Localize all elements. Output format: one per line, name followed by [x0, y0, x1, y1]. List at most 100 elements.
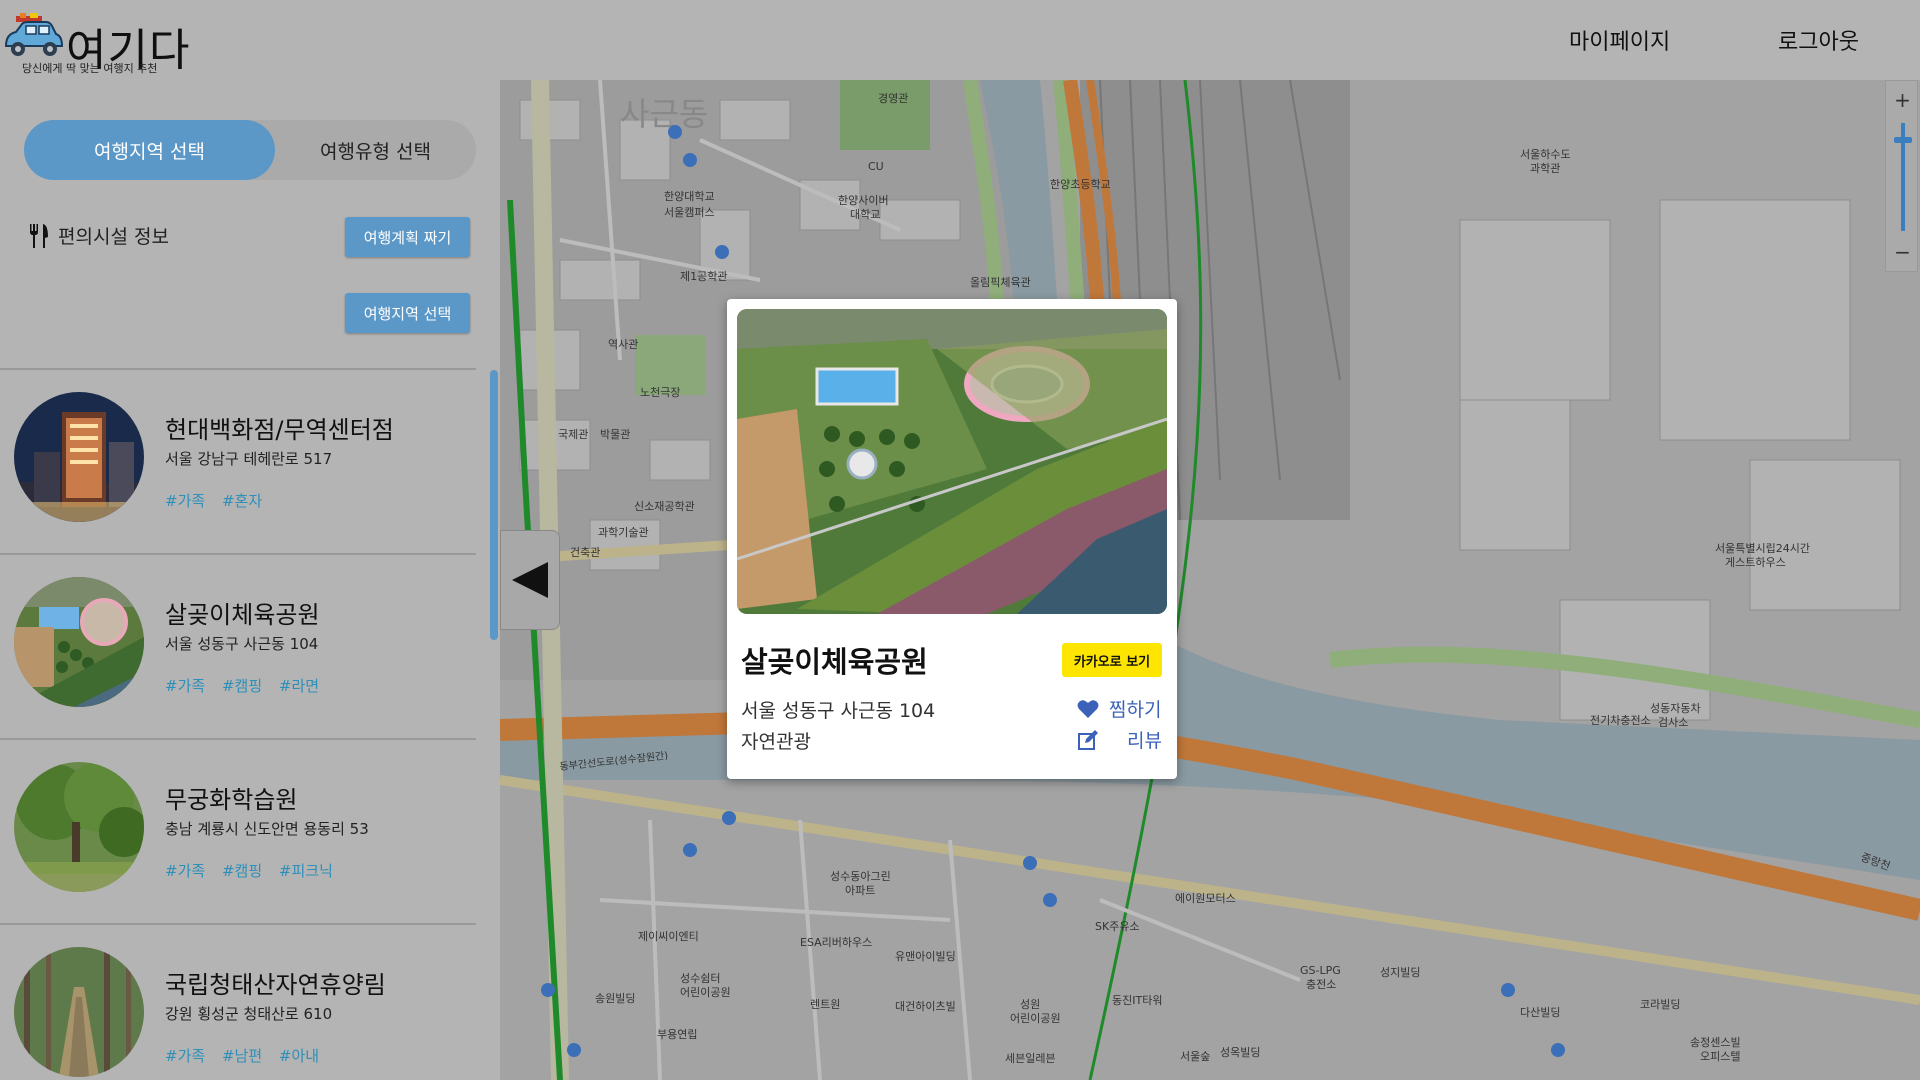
tag[interactable]: #가족: [165, 862, 205, 880]
mypage-link[interactable]: 마이페이지: [1569, 24, 1670, 56]
facility-info-label: 편의시설 정보: [58, 226, 169, 248]
svg-text:한양대학교: 한양대학교: [664, 190, 715, 203]
list-item[interactable]: 현대백화점/무역센터점 서울 강남구 테헤란로 517 #가족 #혼자: [0, 370, 476, 555]
list-scrollbar[interactable]: [490, 370, 498, 640]
svg-text:게스트하우스: 게스트하우스: [1725, 555, 1786, 569]
review-button[interactable]: 리뷰: [1077, 726, 1162, 753]
svg-text:유맨아이빌딩: 유맨아이빌딩: [895, 950, 956, 963]
place-thumbnail: [14, 392, 144, 522]
like-label: 찜하기: [1109, 699, 1162, 721]
svg-text:서울숲: 서울숲: [1180, 1050, 1210, 1063]
svg-text:대학교: 대학교: [850, 208, 880, 221]
header: 여기다 당신에게 딱 맞는 여행지 추천 마이페이지 로그아웃: [0, 0, 1920, 80]
place-thumbnail: [14, 577, 144, 707]
svg-text:동진IT타워: 동진IT타워: [1112, 994, 1162, 1007]
tag[interactable]: #피크닉: [279, 862, 333, 880]
popup-category: 자연관광: [741, 731, 811, 753]
place-address: 충남 계룡시 신도안면 용동리 53: [165, 820, 369, 838]
svg-text:신소재공학관: 신소재공학관: [634, 500, 695, 513]
tag[interactable]: #가족: [165, 492, 205, 510]
place-name: 살곶이체육공원: [165, 601, 320, 629]
svg-text:세븐일레븐: 세븐일레븐: [1005, 1051, 1056, 1065]
triangle-left-icon: [512, 562, 548, 598]
car-logo-icon: [4, 13, 64, 56]
svg-text:검사소: 검사소: [1658, 716, 1688, 729]
place-tags: #가족 #남편 #아내: [165, 1045, 331, 1066]
svg-text:렌트원: 렌트원: [810, 998, 840, 1011]
place-name: 현대백화점/무역센터점: [165, 416, 394, 444]
svg-text:ESA리버하우스: ESA리버하우스: [800, 935, 872, 949]
svg-text:성원: 성원: [1020, 998, 1040, 1011]
like-button[interactable]: 찜하기: [1077, 695, 1161, 722]
map-canvas[interactable]: 사근동 한양대학교서울캠퍼스 한양사이버대학교 한양초등학교 서울하수도과학관 …: [500, 80, 1920, 1080]
place-popup: 살곶이체육공원 카카오로 보기 서울 성동구 사근동 104 자연관광 찜하기 …: [727, 299, 1177, 779]
tag[interactable]: #아내: [279, 1047, 319, 1065]
tag[interactable]: #캠핑: [222, 862, 262, 880]
place-address: 강원 횡성군 청태산로 610: [165, 1005, 333, 1023]
place-tags: #가족 #혼자: [165, 490, 274, 511]
svg-text:과학기술관: 과학기술관: [598, 526, 649, 539]
place-thumbnail: [14, 947, 144, 1077]
svg-text:건축관: 건축관: [570, 546, 600, 559]
svg-text:성수쉼터: 성수쉼터: [680, 972, 720, 985]
svg-text:한양사이버: 한양사이버: [838, 194, 889, 207]
svg-text:충전소: 충전소: [1306, 978, 1336, 991]
svg-text:서울특별시립24시간: 서울특별시립24시간: [1715, 542, 1810, 555]
logout-link[interactable]: 로그아웃: [1778, 24, 1859, 56]
edit-icon: [1078, 729, 1098, 750]
sidebar: 여행지역 선택 여행유형 선택 편의시설 정보 여행계획 짜기 여행지역 선택: [0, 80, 500, 1080]
list-item[interactable]: 살곶이체육공원 서울 성동구 사근동 104 #가족 #캠핑 #라면: [0, 555, 476, 740]
svg-text:제1공학관: 제1공학관: [680, 270, 727, 283]
tag[interactable]: #라면: [279, 677, 319, 695]
svg-text:과학관: 과학관: [1530, 162, 1560, 175]
plan-trip-button[interactable]: 여행계획 짜기: [345, 217, 470, 257]
svg-text:어린이공원: 어린이공원: [1010, 1012, 1061, 1025]
tag[interactable]: #남편: [222, 1047, 262, 1065]
place-tags: #가족 #캠핑 #피크닉: [165, 860, 345, 881]
kakao-view-button[interactable]: 카카오로 보기: [1062, 643, 1162, 677]
place-address: 서울 강남구 테헤란로 517: [165, 450, 333, 468]
svg-text:전기차충전소: 전기차충전소: [1590, 714, 1651, 727]
list-item[interactable]: 국립청태산자연휴양림 강원 횡성군 청태산로 610 #가족 #남편 #아내: [0, 925, 476, 1080]
svg-text:에이원모터스: 에이원모터스: [1175, 892, 1236, 905]
place-name: 국립청태산자연휴양림: [165, 971, 386, 999]
svg-text:대건하이츠빌: 대건하이츠빌: [895, 999, 956, 1013]
zoom-control: + −: [1885, 80, 1918, 272]
tab-type-select[interactable]: 여행유형 선택: [275, 120, 476, 180]
facility-info-link[interactable]: 편의시설 정보: [28, 222, 169, 249]
popup-address: 서울 성동구 사근동 104: [741, 700, 936, 722]
zoom-out-button[interactable]: −: [1886, 237, 1919, 267]
place-tags: #가족 #캠핑 #라면: [165, 675, 331, 696]
svg-text:CU: CU: [868, 160, 884, 173]
svg-text:노천극장: 노천극장: [640, 385, 680, 399]
svg-text:코라빌딩: 코라빌딩: [1640, 998, 1680, 1011]
svg-text:국제관: 국제관: [558, 428, 588, 441]
place-photo: [737, 309, 1167, 614]
tag[interactable]: #캠핑: [222, 677, 262, 695]
svg-text:SK주유소: SK주유소: [1095, 920, 1140, 933]
select-region-button[interactable]: 여행지역 선택: [345, 293, 470, 333]
review-label: 리뷰: [1127, 730, 1162, 752]
svg-text:한양초등학교: 한양초등학교: [1050, 178, 1111, 191]
collapse-sidebar-button[interactable]: [500, 530, 560, 630]
place-name: 무궁화학습원: [165, 786, 298, 814]
place-address: 서울 성동구 사근동 104: [165, 635, 319, 653]
heart-icon: [1077, 699, 1099, 718]
svg-text:경영관: 경영관: [878, 92, 908, 105]
tag[interactable]: #혼자: [222, 492, 262, 510]
map-view[interactable]: 사근동 한양대학교 서울캠퍼스 한양사이버 대학교 한양초등학교 서울하수도 과학관 …: [500, 80, 1920, 1080]
zoom-slider-handle[interactable]: [1894, 137, 1912, 143]
selection-toggle: 여행지역 선택 여행유형 선택: [24, 120, 476, 180]
tag[interactable]: #가족: [165, 677, 205, 695]
svg-text:송원빌딩: 송원빌딩: [595, 992, 635, 1005]
svg-text:성수동아그린: 성수동아그린: [830, 870, 891, 883]
svg-text:성동자동차: 성동자동차: [1650, 702, 1701, 715]
svg-text:오피스텔: 오피스텔: [1700, 1050, 1740, 1063]
tag[interactable]: #가족: [165, 1047, 205, 1065]
zoom-in-button[interactable]: +: [1886, 85, 1919, 115]
tab-region-select[interactable]: 여행지역 선택: [24, 120, 275, 180]
svg-text:역사관: 역사관: [608, 338, 638, 351]
place-list: 현대백화점/무역센터점 서울 강남구 테헤란로 517 #가족 #혼자 살곶이체…: [0, 370, 476, 1080]
list-item[interactable]: 무궁화학습원 충남 계룡시 신도안면 용동리 53 #가족 #캠핑 #피크닉: [0, 740, 476, 925]
svg-text:제이씨이엔티: 제이씨이엔티: [638, 930, 699, 943]
